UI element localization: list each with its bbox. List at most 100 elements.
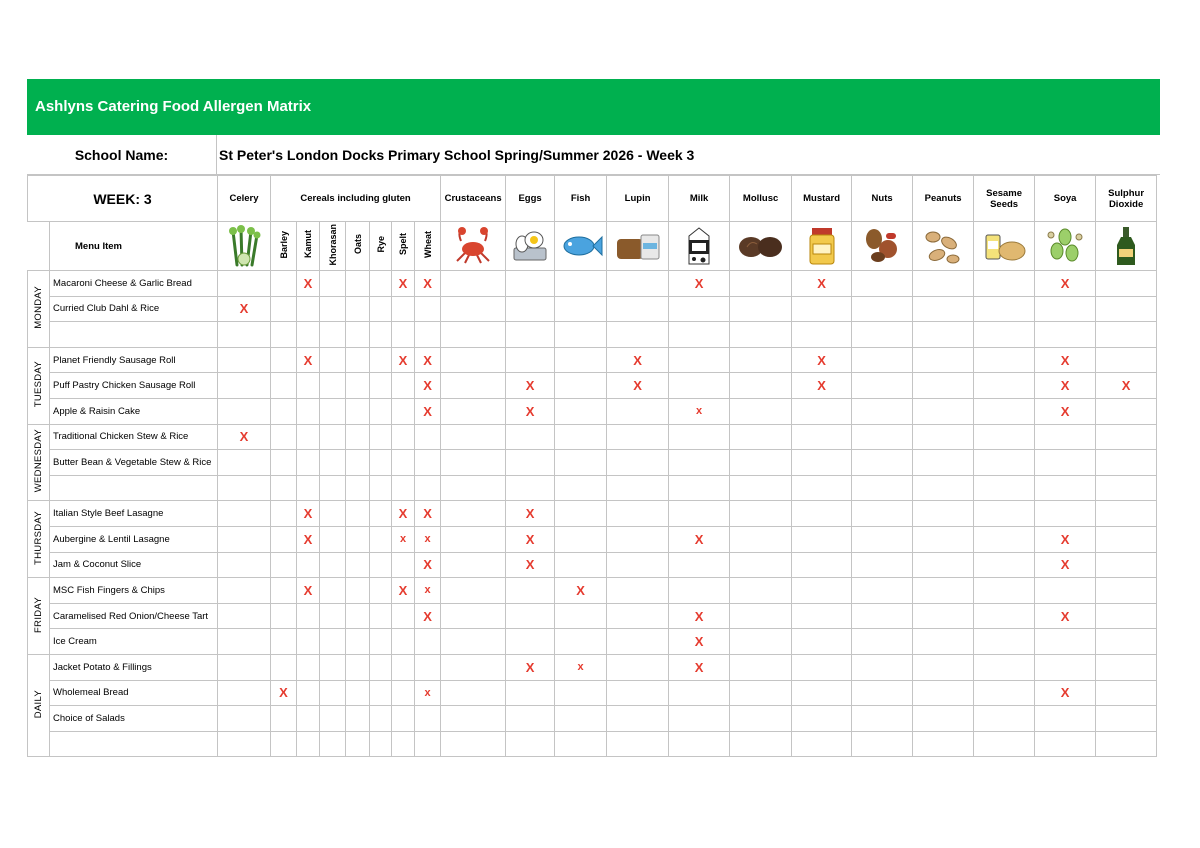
allergen-mark-kamut: [296, 295, 320, 323]
allergen-mark-milk: [668, 551, 731, 579]
allergen-mark-celery: [217, 372, 271, 399]
allergen-mark-mustard: [791, 474, 853, 502]
menu-item-name: [49, 321, 218, 348]
allergen-mark-mustard: [791, 423, 853, 451]
allergen-mark-crustaceans: [440, 295, 507, 323]
allergen-mark-fish: [554, 397, 608, 425]
allergen-mark-khorasan: [319, 321, 346, 348]
menu-item-name: Curried Club Dahl & Rice: [49, 295, 218, 323]
allergen-mark-lupin: [606, 628, 670, 655]
cereal-oats: Oats: [345, 221, 370, 271]
allergen-mark-sulphur: [1095, 500, 1158, 527]
allergen-mark-fish: [554, 679, 608, 707]
allergen-mark-lupin: [606, 679, 670, 707]
allergen-mark-mustard: [791, 679, 853, 707]
allergen-mark-fish: [554, 270, 608, 297]
allergen-mark-lupin: [606, 321, 670, 348]
allergen-mark-khorasan: [319, 346, 346, 374]
allergen-mark-eggs: [505, 423, 556, 451]
allergen-mark-wheat: X: [413, 551, 442, 579]
allergen-mark-mustard: X: [791, 372, 853, 399]
day-label: FRIDAY: [27, 577, 50, 655]
col-mustard: Mustard: [791, 175, 853, 222]
allergen-mark-soya: [1034, 449, 1097, 476]
allergen-mark-eggs: X: [505, 397, 556, 425]
allergen-mark-milk: X: [668, 270, 731, 297]
allergen-mark-mollusc: [729, 397, 793, 425]
allergen-mark-spelt: [391, 397, 415, 425]
allergen-mark-eggs: [505, 449, 556, 476]
allergen-mark-sulphur: [1095, 551, 1158, 579]
allergen-table: WEEK: 3 Celery Cereals including gluten …: [27, 175, 1200, 758]
allergen-mark-celery: [217, 397, 271, 425]
school-row: School Name: St Peter's London Docks Pri…: [27, 135, 1160, 175]
page-title: Ashlyns Catering Food Allergen Matrix: [27, 79, 1160, 135]
allergen-mark-nuts: [851, 602, 914, 630]
allergen-mark-nuts: [851, 295, 914, 323]
allergen-mark-kamut: X: [296, 270, 320, 297]
allergen-mark-sesame: [973, 295, 1036, 323]
allergen-mark-lupin: [606, 295, 670, 323]
allergen-mark-oats: [345, 525, 370, 553]
allergen-mark-mollusc: [729, 372, 793, 399]
allergen-mark-wheat: [413, 628, 442, 655]
allergen-mark-fish: [554, 705, 608, 732]
allergen-mark-sesame: [973, 525, 1036, 553]
allergen-mark-spelt: [391, 602, 415, 630]
allergen-mark-spelt: [391, 449, 415, 476]
allergen-mark-sulphur: [1095, 679, 1158, 707]
allergen-mark-fish: [554, 628, 608, 655]
allergen-mark-crustaceans: [440, 525, 507, 553]
allergen-mark-oats: [345, 500, 370, 527]
allergen-mark-mustard: [791, 551, 853, 579]
table-row: Butter Bean & Vegetable Stew & Rice: [28, 449, 1200, 476]
allergen-mark-peanuts: [912, 551, 975, 579]
allergen-mark-barley: [270, 346, 297, 374]
allergen-mark-lupin: [606, 577, 670, 604]
menu-item-header: Menu Item: [49, 221, 218, 271]
allergen-mark-kamut: [296, 551, 320, 579]
allergen-mark-khorasan: [319, 602, 346, 630]
allergen-mark-fish: X: [554, 577, 608, 604]
allergen-mark-wheat: [413, 474, 442, 502]
menu-item-name: Butter Bean & Vegetable Stew & Rice: [49, 449, 218, 476]
allergen-mark-nuts: [851, 525, 914, 553]
allergen-mark-spelt: [391, 679, 415, 707]
allergen-mark-kamut: [296, 423, 320, 451]
allergen-mark-wheat: [413, 321, 442, 348]
allergen-mark-oats: [345, 551, 370, 579]
allergen-mark-barley: [270, 551, 297, 579]
allergen-mark-oats: [345, 679, 370, 707]
allergen-mark-soya: [1034, 705, 1097, 732]
allergen-mark-mollusc: [729, 449, 793, 476]
allergen-mark-milk: [668, 500, 731, 527]
allergen-mark-soya: [1034, 730, 1097, 758]
allergen-mark-nuts: [851, 653, 914, 681]
allergen-mark-khorasan: [319, 449, 346, 476]
icon-row: Menu Item Barley Kamut Khorasan Oats Rye…: [27, 221, 1200, 271]
allergen-mark-soya: X: [1034, 602, 1097, 630]
menu-item-name: Planet Friendly Sausage Roll: [49, 346, 218, 374]
allergen-mark-spelt: x: [391, 525, 415, 553]
allergen-mark-barley: [270, 525, 297, 553]
menu-item-name: Macaroni Cheese & Garlic Bread: [49, 270, 218, 297]
allergen-mark-lupin: [606, 730, 670, 758]
table-row: Puff Pastry Chicken Sausage Roll X X X X X X: [28, 372, 1200, 399]
allergen-mark-eggs: [505, 577, 556, 604]
menu-item-name: Aubergine & Lentil Lasagne: [49, 525, 218, 553]
allergen-mark-spelt: [391, 372, 415, 399]
allergen-mark-milk: [668, 474, 731, 502]
allergen-mark-kamut: [296, 321, 320, 348]
allergen-mark-oats: [345, 321, 370, 348]
allergen-mark-fish: [554, 295, 608, 323]
allergen-mark-sulphur: X: [1095, 372, 1158, 399]
allergen-mark-sulphur: [1095, 577, 1158, 604]
allergen-mark-wheat: [413, 705, 442, 732]
allergen-mark-crustaceans: [440, 653, 507, 681]
allergen-mark-milk: [668, 372, 731, 399]
allergen-mark-mustard: [791, 602, 853, 630]
allergen-mark-crustaceans: [440, 321, 507, 348]
menu-item-name: Jam & Coconut Slice: [49, 551, 218, 579]
allergen-mark-peanuts: [912, 602, 975, 630]
allergen-mark-sulphur: [1095, 653, 1158, 681]
